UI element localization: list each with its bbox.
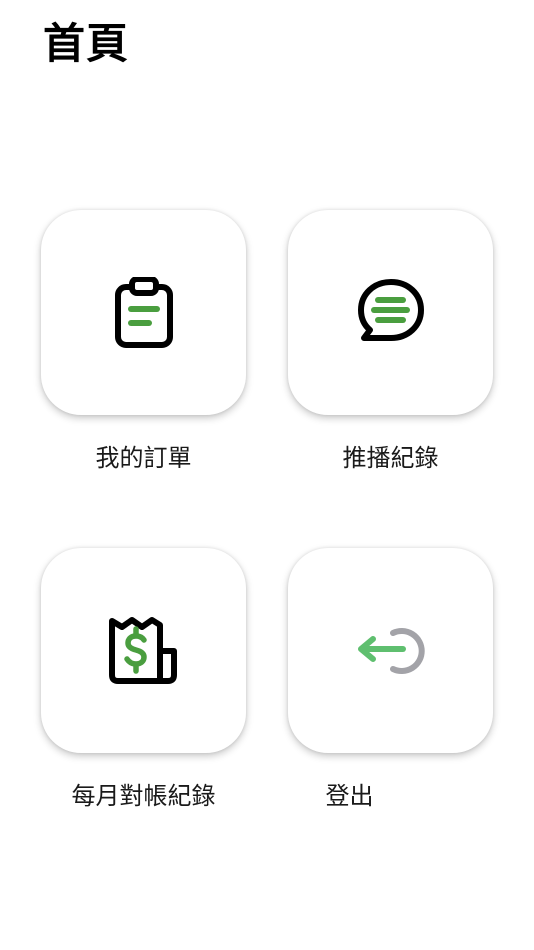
- my-orders-label: 我的訂單: [95, 444, 192, 472]
- monthly-billing-label: 每月對帳紀錄: [71, 782, 216, 810]
- receipt-dollar-icon: [108, 616, 177, 684]
- chat-bubble-icon: [357, 278, 424, 341]
- logout-button[interactable]: [288, 548, 493, 753]
- push-records-label: 推播紀錄: [342, 444, 439, 472]
- my-orders-button[interactable]: [41, 210, 246, 415]
- push-records-button[interactable]: [288, 210, 493, 415]
- clipboard-list-icon: [114, 276, 173, 348]
- logout-label: 登出: [325, 782, 374, 810]
- monthly-billing-button[interactable]: [41, 548, 246, 753]
- home-screen: 首頁 我的訂單 推播紀錄 每月對帳紀錄 登出: [0, 0, 534, 950]
- page-title: 首頁: [43, 19, 130, 68]
- logout-arrow-icon: [357, 627, 425, 674]
